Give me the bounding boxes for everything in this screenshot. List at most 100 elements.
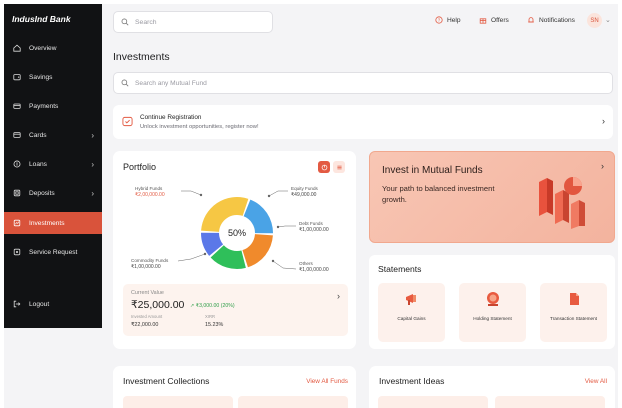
notifications-button[interactable]: Notifications	[527, 16, 575, 24]
card-icon	[13, 102, 21, 110]
registration-title: Continue Registration	[140, 114, 202, 121]
value-change: ↗ ₹3,000.00 (20%)	[190, 303, 235, 309]
registration-subtitle: Unlock investment opportunities, registe…	[140, 124, 259, 130]
ideas-title: Investment Ideas	[379, 376, 445, 386]
mutual-fund-search-placeholder: Search any Mutual Fund	[135, 79, 207, 87]
banner-title: Invest in Mutual Funds	[382, 165, 483, 176]
sidebar-item-investments[interactable]: Investments	[4, 212, 102, 234]
view-all-funds-link[interactable]: View All Funds	[306, 378, 348, 385]
invested-value: ₹22,000.00	[131, 322, 159, 328]
chevron-right-icon: ›	[91, 130, 94, 140]
sidebar-item-deposits[interactable]: Deposits ›	[4, 182, 102, 204]
home-icon	[13, 44, 21, 52]
sidebar-item-label: Payments	[29, 102, 59, 110]
deposit-icon	[13, 189, 21, 197]
bell-icon	[528, 17, 534, 23]
chevron-right-icon: ›	[91, 159, 94, 169]
chevron-right-icon: ›	[601, 161, 604, 171]
chevron-right-icon: ›	[602, 116, 605, 126]
service-icon	[13, 248, 21, 256]
document-icon	[570, 293, 579, 305]
idea-tile[interactable]	[378, 396, 488, 408]
tile-label: Holding Statement	[473, 316, 512, 321]
continue-registration-card[interactable]: Continue Registration Unlock investment …	[113, 105, 613, 139]
chart-icon	[13, 219, 21, 227]
transaction-statement-tile[interactable]: Transaction Statement	[540, 283, 607, 342]
registration-icon	[122, 116, 133, 127]
chevron-down-icon[interactable]: ⌄	[605, 16, 611, 24]
tile-label: Capital Gains	[397, 316, 426, 321]
help-button[interactable]: ? Help	[435, 16, 461, 24]
label-commodity-funds: Commodity Funds ₹1,00,000.00	[131, 258, 169, 271]
current-value-label: Current Value	[131, 290, 164, 296]
sidebar-item-service-request[interactable]: Service Request	[4, 241, 102, 263]
current-value-panel[interactable]: Current Value ₹25,000.00 ↗ ₹3,000.00 (20…	[123, 284, 348, 336]
logout-label: Logout	[29, 300, 50, 308]
wallet-icon	[13, 73, 21, 81]
sidebar-item-savings[interactable]: Savings	[4, 66, 102, 88]
label-equity-funds: Equity Funds ₹49,000.00	[291, 186, 318, 199]
gift-icon	[479, 18, 487, 24]
sidebar-item-label: Service Request	[29, 248, 78, 256]
svg-text:?: ?	[438, 18, 441, 23]
search-placeholder: Search	[135, 18, 157, 26]
chevron-right-icon: ›	[91, 188, 94, 198]
xirr-value: 15.23%	[205, 322, 224, 328]
help-label: Help	[447, 16, 461, 24]
idea-tile[interactable]	[495, 396, 605, 408]
label-others: Others ₹1,00,000.00	[299, 261, 329, 274]
sidebar-item-overview[interactable]: Overview	[4, 37, 102, 59]
notifications-label: Notifications	[539, 16, 575, 24]
sidebar-item-payments[interactable]: Payments	[4, 95, 102, 117]
capital-gains-tile[interactable]: Capital Gains	[378, 283, 445, 342]
avatar[interactable]: SN	[587, 13, 602, 28]
investment-ideas-card: Investment Ideas View All	[369, 366, 615, 408]
sidebar-item-label: Investments	[29, 219, 65, 227]
tile-label: Transaction Statement	[550, 316, 597, 321]
pie-slice-debt-funds[interactable]	[242, 234, 273, 268]
view-all-ideas-link[interactable]: View All	[585, 378, 607, 385]
invest-mutual-funds-banner[interactable]: Invest in Mutual Funds Your path to bala…	[369, 151, 615, 243]
donut-center-label: 50%	[228, 228, 246, 238]
sidebar-item-label: Savings	[29, 73, 53, 81]
loan-icon	[13, 160, 21, 168]
growth-chart-illustration	[539, 177, 585, 229]
sidebar-item-loans[interactable]: Loans ›	[4, 153, 102, 175]
sidebar-item-label: Cards	[29, 131, 47, 139]
megaphone-icon	[406, 294, 416, 305]
mutual-fund-search-input[interactable]: Search any Mutual Fund	[113, 72, 613, 94]
sidebar-item-cards[interactable]: Cards ›	[4, 124, 102, 146]
pie-slice-hybrid-funds[interactable]	[201, 197, 249, 232]
current-value: ₹25,000.00	[131, 299, 185, 311]
collection-tile[interactable]	[238, 396, 348, 408]
search-input[interactable]: Search	[113, 11, 273, 33]
brand-logo: IndusInd Bank	[12, 14, 71, 24]
invested-label: Invested Amount	[131, 314, 163, 319]
card-icon	[13, 131, 21, 139]
app-frame: IndusInd Bank Overview Savings Payments …	[4, 4, 618, 408]
offers-label: Offers	[491, 16, 509, 24]
sidebar-item-label: Deposits	[29, 189, 55, 197]
logout-icon	[13, 300, 21, 308]
statements-title: Statements	[378, 264, 422, 274]
collection-tile[interactable]	[123, 396, 233, 408]
investment-collections-card: Investment Collections View All Funds	[113, 366, 356, 408]
search-icon	[121, 18, 129, 26]
banner-subtitle: Your path to balanced investment growth.	[382, 184, 495, 204]
page-title: Investments	[113, 51, 170, 63]
label-hybrid-funds: Hybrid Funds ₹2,00,000.00	[135, 186, 165, 199]
statements-card: Statements Capital Gains Holding Stateme…	[369, 255, 615, 349]
sidebar-item-label: Overview	[29, 44, 57, 52]
label-debt-funds: Debt Funds ₹1,00,000.00	[299, 221, 329, 234]
xirr-label: XIRR	[205, 314, 216, 319]
holding-statement-tile[interactable]: Holding Statement	[459, 283, 526, 342]
offers-button[interactable]: Offers	[479, 16, 509, 24]
chevron-right-icon: ›	[337, 291, 340, 301]
logout-button[interactable]: Logout	[4, 293, 102, 315]
sidebar: IndusInd Bank Overview Savings Payments …	[4, 4, 102, 328]
portfolio-card: Portfolio 50% Hybrid Funds ₹2,00,000.00 E…	[113, 151, 356, 349]
sidebar-item-label: Loans	[29, 160, 47, 168]
search-icon	[121, 79, 129, 87]
help-icon: ?	[435, 16, 443, 24]
pie-slice-equity-funds[interactable]	[243, 199, 273, 234]
